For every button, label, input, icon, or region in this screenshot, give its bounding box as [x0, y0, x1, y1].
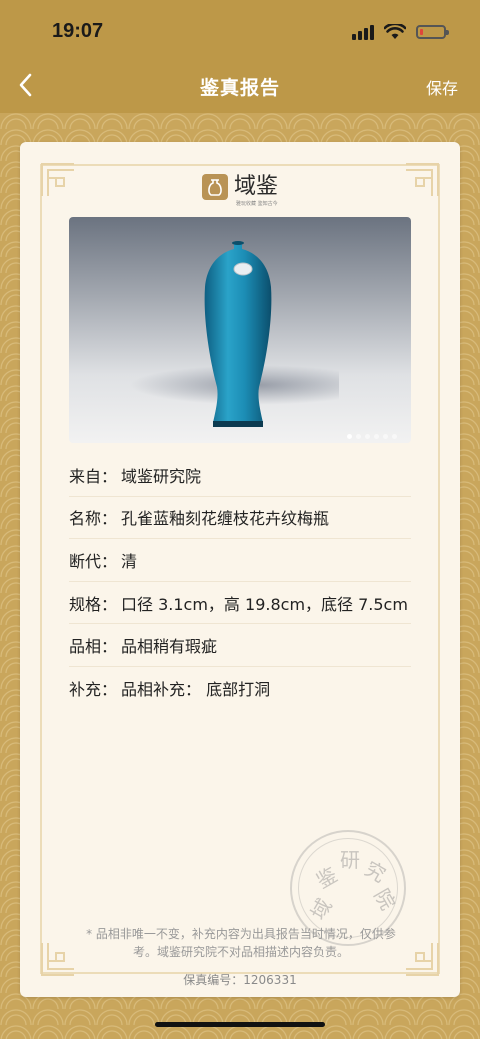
- serial-number: 保真编号：1206331: [183, 973, 297, 987]
- frame-top-line: [40, 164, 440, 166]
- home-indicator[interactable]: [155, 1022, 325, 1027]
- battery-level: [420, 29, 423, 35]
- info-row-supplement: 补充： 品相补充： 底部打洞: [69, 667, 411, 709]
- report-card: 域鉴 雅玩收藏 鉴知古今 来自： 域鉴研究院 名称： 孔雀蓝釉刻花缠枝花卉纹梅瓶…: [20, 142, 460, 997]
- brand-logo: 域鉴 雅玩收藏 鉴知古今: [202, 174, 279, 207]
- info-row-condition: 品相： 品相稍有瑕疵: [69, 624, 411, 667]
- vase-logo-icon: [202, 174, 228, 200]
- info-value: 品相补充： 底部打洞: [121, 679, 271, 699]
- frame-right-line: [438, 164, 440, 974]
- info-list: 来自： 域鉴研究院 名称： 孔雀蓝釉刻花缠枝花卉纹梅瓶 断代： 清 规格： 口径…: [69, 454, 411, 709]
- wifi-icon: [384, 24, 406, 39]
- info-label: 规格：: [69, 594, 118, 614]
- status-icons: [352, 22, 449, 42]
- vase-illustration: [204, 241, 272, 427]
- corner-ornament-icon: [41, 163, 74, 196]
- info-label: 补充：: [69, 679, 118, 699]
- save-button[interactable]: 保存: [426, 75, 458, 99]
- info-value: 孔雀蓝釉刻花缠枝花卉纹梅瓶: [121, 509, 330, 529]
- brand-slogan: 雅玩收藏 鉴知古今: [236, 201, 278, 207]
- frame-left-line: [40, 164, 42, 974]
- info-row-source: 来自： 域鉴研究院: [69, 454, 411, 497]
- battery-icon: [416, 25, 449, 39]
- info-row-name: 名称： 孔雀蓝釉刻花缠枝花卉纹梅瓶: [69, 497, 411, 540]
- vase-image[interactable]: [69, 217, 411, 443]
- carousel-dots[interactable]: [347, 434, 397, 439]
- disclaimer-text: * 品相非唯一不变，补充内容为出具报告当时情况，仅供参考。域鉴研究院不对品相描述…: [86, 927, 396, 959]
- info-label: 来自：: [69, 466, 118, 486]
- carousel-dot[interactable]: [365, 434, 370, 439]
- corner-ornament-icon: [406, 163, 439, 196]
- info-label: 名称：: [69, 509, 118, 529]
- brand-name: 域鉴: [234, 174, 279, 199]
- info-label: 断代：: [69, 551, 118, 571]
- carousel-dot[interactable]: [356, 434, 361, 439]
- info-label: 品相：: [69, 637, 118, 657]
- status-time: 19:07: [52, 20, 104, 42]
- carousel-dot[interactable]: [383, 434, 388, 439]
- info-row-dimensions: 规格： 口径 3.1cm，高 19.8cm，底径 7.5cm: [69, 582, 411, 625]
- header: 19:07 鉴真报告 保存: [0, 0, 480, 113]
- carousel-dot[interactable]: [392, 434, 397, 439]
- cellular-signal-icon: [352, 24, 374, 40]
- carousel-dot[interactable]: [374, 434, 379, 439]
- info-value: 域鉴研究院: [121, 466, 202, 486]
- page-title: 鉴真报告: [199, 77, 280, 99]
- carousel-dot[interactable]: [347, 434, 352, 439]
- info-value: 口径 3.1cm，高 19.8cm，底径 7.5cm: [121, 594, 408, 614]
- info-value: 品相稍有瑕疵: [121, 637, 218, 657]
- info-value: 清: [121, 551, 138, 571]
- info-row-period: 断代： 清: [69, 539, 411, 582]
